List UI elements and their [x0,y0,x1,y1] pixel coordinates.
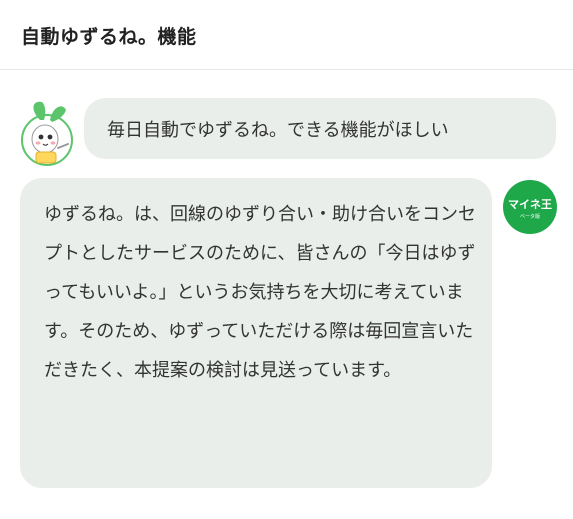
user-message-bubble: 毎日自動でゆずるね。できる機能がほしい [84,98,556,159]
logo-text: マイネ王 [508,198,552,211]
mineo-logo-icon: マイネ王 ベータ版 [503,180,557,234]
mascot-avatar-icon [20,98,74,166]
page-title: 自動ゆずるね。機能 [21,26,197,48]
page-header: 自動ゆずるね。機能 [0,0,573,70]
logo-subtext: ベータ版 [520,213,540,220]
bot-message-bubble: ゆずるね。は、回線のゆずり合い・助け合いをコンセプトとしたサービスのために、皆さ… [20,178,492,488]
